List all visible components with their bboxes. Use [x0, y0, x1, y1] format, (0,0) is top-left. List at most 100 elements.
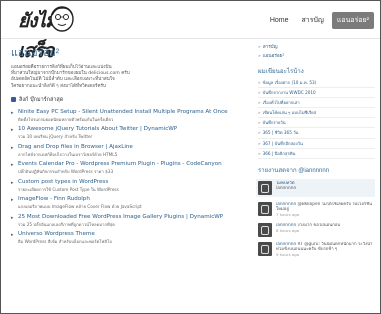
nav-annaroy[interactable]: แอนอร่อย² — [331, 12, 374, 29]
avatar[interactable] — [258, 201, 272, 216]
bookmark-link[interactable]: Ninite Easy PC Setup - Silent Unattended… — [18, 109, 228, 117]
list-item: ▸ Ninite Easy PC Setup - Silent Unattende… — [11, 109, 247, 123]
list-item: ▸ Events Calendar Pro - Wordpress Premium… — [11, 161, 247, 175]
category-label: เขียนโค้ดเล่น ๆ แบบไม่ซีเรียส — [262, 110, 317, 116]
tweet-text: iannnnnn — [276, 186, 297, 192]
tweet-body: iannnnnn RT @guru: วันนี้ฝนตกหนักมาก ระว… — [276, 242, 375, 258]
tweet-item: iannnnnn RT @guru: วันนี้ฝนตกหนักมาก ระว… — [258, 241, 375, 258]
sidebar-link-index[interactable]: » สารบัญ — [258, 43, 375, 52]
category-item[interactable]: » 367 | บันทึกอีกสองวัน — [258, 139, 375, 149]
arrow-icon: » — [258, 140, 261, 146]
list-item: ▸ 10 Awesome jQuery Tutorials About Twitt… — [11, 126, 247, 140]
bookmark-desc: รวม 25 ปลั๊กอินแกลเลอรีภาพที่ถูกดาวน์โหล… — [18, 221, 116, 227]
arrow-icon: » — [258, 90, 261, 96]
tweet-body: ไม่พบทวีต iannnnnn — [276, 181, 296, 195]
list-item: ▸ ImageFlow - Finn Rudolph แกลเลอรีภาพแบบ… — [11, 196, 247, 210]
arrow-icon: » — [258, 80, 261, 85]
tweet-body: iannnnnn @Bkkopen ไม่ได้ใช้เลยครับ รอเวอ… — [276, 202, 375, 218]
category-item[interactable]: » 366 | ปีอธิกสุรทิน — [258, 149, 375, 159]
arrow-icon: » — [258, 110, 261, 116]
categories-heading: ผมเขียนอะไรบ้าง — [258, 68, 304, 75]
tweet-text: ง่วงมาก ขอไปนอนก่อน — [297, 222, 341, 228]
category-item[interactable]: » เขียนโค้ดเล่น ๆ แบบไม่ซีเรียส — [258, 108, 375, 119]
tweets-heading: รายงานสดจาก @iannnnnn — [258, 167, 330, 174]
bookmark-link[interactable]: Events Calendar Pro - Wordpress Premium … — [18, 161, 222, 169]
arrow-icon: » — [258, 54, 261, 59]
bookmark-list: ▸ Ninite Easy PC Setup - Silent Unattende… — [11, 109, 247, 245]
category-item[interactable]: » บันทึกจากงาน WWDC 2010 — [258, 88, 375, 99]
list-item: ▸ Drag and Drop files in Browser | AjaxLi… — [11, 144, 247, 158]
tweet-time: 8 hours ago — [276, 227, 300, 233]
sidebar-link-label: สารบัญ — [262, 45, 278, 50]
bookmark-desc: รวม 10 บทเรียน jQuery สำหรับ Twitter — [18, 134, 93, 140]
page-title: แอนอร่อย² — [11, 47, 60, 59]
bullet-icon: ▸ — [11, 232, 14, 239]
cartoon-face-icon — [50, 6, 74, 32]
category-label: 365 | ชีวิต 365 วัน — [262, 130, 299, 136]
browser-frame: ยังไม่เสร็จ Home สารบัญ แอนอร่อย² แอนอร่… — [0, 0, 381, 314]
arrow-icon: » — [258, 130, 261, 136]
intro-text: แอนอร่อยคือรายการลิงก์ที่ผมเก็บไว้อ่านแล… — [11, 65, 247, 90]
bookmark-desc: ติดตั้งโปรแกรมยอดนิยมหลายตัวพร้อมกันในคร… — [18, 116, 114, 122]
category-item[interactable]: » บันทึกรายวัน — [258, 118, 375, 129]
bookmarks-heading-label: ลิงก์ บุ๊กมาร์กล่าสุด — [19, 96, 64, 103]
nav-home[interactable]: Home — [265, 14, 294, 27]
category-item[interactable]: » 365 | ชีวิต 365 วัน — [258, 128, 375, 139]
site-header: ยังไม่เสร็จ Home สารบัญ แอนอร่อย² — [1, 1, 380, 62]
tweet-list: ไม่พบทวีต iannnnnn iannnnnn @Bkkopen ไม่… — [256, 178, 375, 258]
category-label: 367 | บันทึกอีกสองวัน — [262, 140, 303, 146]
site-logo[interactable]: ยังไม่เสร็จ — [9, 3, 74, 62]
delicious-icon — [11, 97, 16, 103]
bookmark-link[interactable]: Universo Wordpress Theme — [18, 231, 95, 239]
avatar[interactable] — [258, 222, 272, 237]
category-label: ข้อมูล เรื่องฝาก (10 ม.ค. 53) — [262, 80, 317, 85]
arrow-icon: » — [258, 120, 261, 126]
bookmark-desc: ลากไฟล์จากเดสก์ท็อปไปวางในเบราว์เซอร์ด้ว… — [18, 151, 118, 157]
list-item: ▸ Universo Wordpress Theme ธีม WordPress … — [11, 231, 247, 245]
category-label: บันทึกจากงาน WWDC 2010 — [262, 90, 316, 96]
category-label: บันทึกรายวัน — [262, 120, 286, 126]
category-item[interactable]: » เรื่องทั่วไปที่อยากเล่า — [258, 98, 375, 109]
tweet-item: iannnnnn @Bkkopen ไม่ได้ใช้เลยครับ รอเวอ… — [258, 201, 375, 218]
category-item[interactable]: » ข้อมูล เรื่องฝาก (10 ม.ค. 53) — [258, 78, 375, 89]
arrow-icon: » — [258, 150, 261, 156]
list-item: ▸ 25 Most Downloaded Free WordPress Image… — [11, 214, 247, 228]
tweet-item: iannnnnn ง่วงมาก ขอไปนอนก่อน 8 hours ago — [258, 222, 375, 237]
tweet-author[interactable]: iannnnnn — [276, 223, 296, 228]
main-content: แอนอร่อย² แอนอร่อยคือรายการลิงก์ที่ผมเก็… — [1, 41, 251, 313]
avatar[interactable] — [258, 241, 272, 256]
bullet-icon: ▸ — [11, 127, 14, 134]
bullet-icon: ▸ — [11, 162, 14, 169]
categories-list: » ข้อมูล เรื่องฝาก (10 ม.ค. 53) » บันทึกจา… — [258, 78, 375, 159]
bullet-icon: ▸ — [11, 144, 14, 151]
intro-line: ใครอยากแนะนำลิงก์ดี ๆ ส่งมาได้ที่ทวิตเตอ… — [11, 83, 106, 89]
sidebar-link-label: แอนอร่อย² — [262, 54, 285, 59]
bookmark-desc: รายละเอียดการใช้ Custom Post Type ใน Wor… — [18, 186, 119, 192]
avatar[interactable] — [258, 180, 272, 195]
bookmark-link[interactable]: ImageFlow - Finn Rudolph — [18, 196, 90, 204]
tweet-time: 9 hours ago — [276, 252, 300, 258]
sidebar-top-links: » สารบัญ » แอนอร่อย² — [258, 43, 375, 61]
bookmark-link[interactable]: Custom post types in WordPress — [18, 179, 108, 187]
bookmark-link[interactable]: 10 Awesome jQuery Tutorials About Twitte… — [18, 126, 177, 134]
category-label: 366 | ปีอธิกสุรทิน — [262, 150, 296, 156]
bullet-icon: ▸ — [11, 214, 14, 221]
bookmark-desc: แกลเลอรีภาพแบบ ImageFlow คล้าย Cover Flo… — [18, 204, 142, 210]
bullet-icon: ▸ — [11, 109, 14, 116]
bullet-icon: ▸ — [11, 197, 14, 204]
bookmark-desc: ปลั๊กอินปฏิทินกิจกรรมสำหรับ WordPress รา… — [18, 169, 114, 175]
bookmark-desc: ธีม WordPress สีเข้ม สำหรับบล็อกและพอร์ต… — [18, 239, 112, 245]
tweet-time: 7 hours ago — [276, 212, 300, 218]
sidebar-link-annaroy[interactable]: » แอนอร่อย² — [258, 52, 375, 61]
bookmark-link[interactable]: Drag and Drop files in Browser | AjaxLin… — [18, 144, 133, 152]
arrow-icon: » — [258, 45, 261, 50]
bookmark-link[interactable]: 25 Most Downloaded Free WordPress Image … — [18, 214, 223, 222]
tweet-author[interactable]: iannnnnn — [276, 242, 296, 247]
tweet-item: ไม่พบทวีต iannnnnn — [256, 178, 375, 197]
arrow-icon: » — [258, 100, 261, 106]
main-nav: Home สารบัญ แอนอร่อย² — [265, 12, 374, 29]
category-label: เรื่องทั่วไปที่อยากเล่า — [262, 100, 300, 106]
tweet-author[interactable]: iannnnnn — [276, 202, 296, 207]
nav-index[interactable]: สารบัญ — [297, 12, 329, 29]
list-item: ▸ Custom post types in WordPress รายละเอี… — [11, 179, 247, 193]
